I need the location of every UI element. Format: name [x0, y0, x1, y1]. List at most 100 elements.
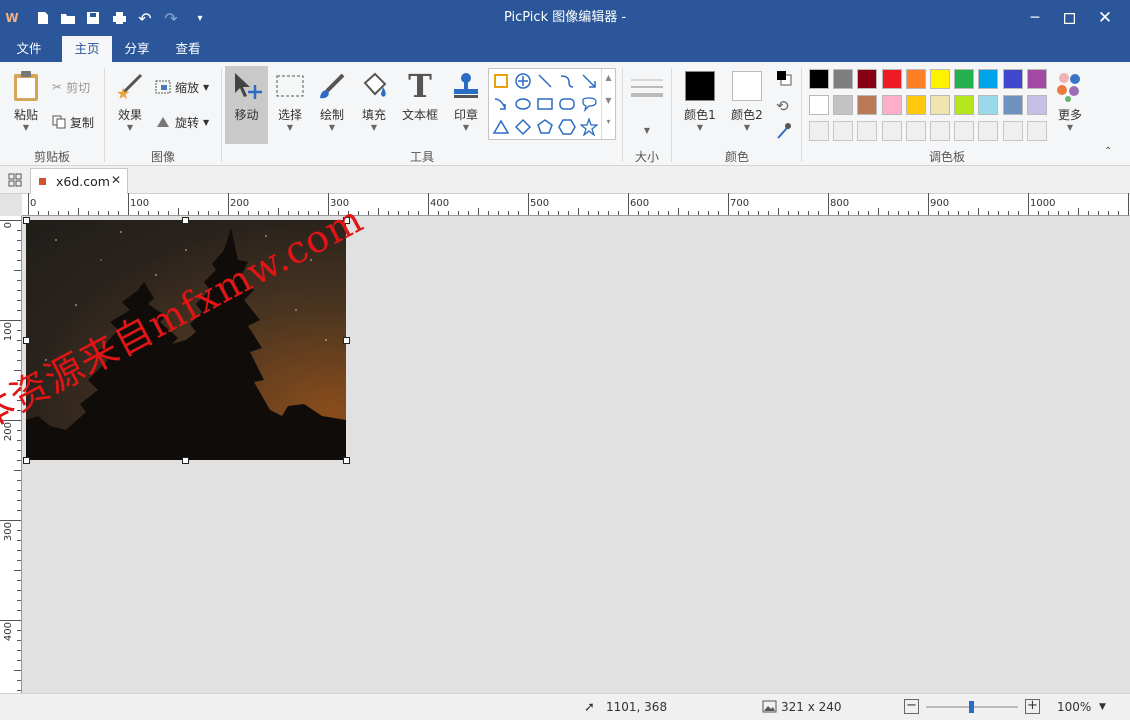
line-shape-icon[interactable]: [535, 71, 555, 91]
resize-handle[interactable]: [343, 457, 350, 464]
rectangle-select-shape-icon[interactable]: [491, 71, 511, 91]
palette-color-swatch[interactable]: [1026, 95, 1047, 115]
palette-empty-swatch[interactable]: [833, 121, 854, 141]
ruler-tick: [558, 211, 559, 215]
ruler-tick: [478, 208, 479, 215]
zoom-in-icon[interactable]: +: [1025, 699, 1040, 714]
expand-gallery-icon[interactable]: ▾: [602, 117, 615, 126]
curve-shape-icon[interactable]: [557, 71, 577, 91]
palette-empty-swatch[interactable]: [809, 121, 829, 141]
palette-color-swatch[interactable]: [905, 95, 926, 115]
rotate-button[interactable]: 旋转 ▼: [155, 111, 209, 133]
ruler-tick: [398, 211, 399, 215]
palette-empty-swatch[interactable]: [905, 121, 926, 141]
ruler-tick: [0, 220, 21, 221]
tab-share[interactable]: 分享: [113, 36, 161, 62]
palette-color-swatch[interactable]: [833, 69, 854, 89]
grid-view-icon[interactable]: [8, 173, 22, 190]
draw-tool-button[interactable]: 绘制 ▼: [312, 66, 352, 133]
ruler-label: 600: [630, 198, 650, 209]
close-icon[interactable]: ✕: [1082, 0, 1128, 36]
ruler-tick: [648, 211, 649, 215]
palette-empty-swatch[interactable]: [1026, 121, 1047, 141]
palette-color-swatch[interactable]: [881, 95, 902, 115]
zoom-slider-thumb[interactable]: [969, 701, 974, 713]
cut-button[interactable]: ✂ 剪切: [52, 76, 90, 98]
resize-handle[interactable]: [343, 337, 350, 344]
chevron-down-icon: ▼: [286, 123, 294, 132]
resize-handle[interactable]: [182, 217, 189, 224]
palette-color-swatch[interactable]: [930, 95, 950, 115]
diamond-shape-icon[interactable]: [513, 117, 533, 137]
color2-button[interactable]: 颜色2 ▼: [727, 66, 767, 133]
resize-handle[interactable]: [23, 337, 30, 344]
collapse-ribbon-icon[interactable]: ⌃: [1104, 146, 1112, 157]
palette-empty-swatch[interactable]: [954, 121, 975, 141]
palette-color-swatch[interactable]: [857, 69, 878, 89]
tab-view[interactable]: 查看: [163, 36, 213, 62]
palette-empty-swatch[interactable]: [978, 121, 999, 141]
color1-button[interactable]: 颜色1 ▼: [680, 66, 720, 133]
palette-color-swatch[interactable]: [809, 69, 829, 89]
more-colors-button[interactable]: 更多 ▼: [1050, 66, 1090, 133]
copy-button[interactable]: 复制: [52, 111, 94, 133]
fill-tool-button[interactable]: 填充 ▼: [354, 66, 394, 133]
hexagon-shape-icon[interactable]: [557, 117, 577, 137]
palette-color-swatch[interactable]: [978, 69, 999, 89]
palette-color-swatch[interactable]: [978, 95, 999, 115]
move-tool-button[interactable]: 移动: [225, 66, 268, 144]
copy-icon: [52, 115, 66, 129]
close-tab-icon[interactable]: ✕: [111, 173, 121, 187]
star-shape-icon[interactable]: [579, 117, 599, 137]
resize-button[interactable]: 缩放 ▼: [155, 76, 209, 98]
zoom-level[interactable]: 100%: [1057, 700, 1091, 714]
arrow-shape-icon[interactable]: [579, 71, 599, 91]
palette-color-swatch[interactable]: [1002, 69, 1023, 89]
default-colors-icon[interactable]: [776, 70, 792, 86]
eyedropper-icon[interactable]: [776, 122, 792, 140]
ruler-tick: [578, 208, 579, 215]
stamp-tool-button[interactable]: 印章 ▼: [446, 66, 486, 133]
zoom-dropdown-icon[interactable]: ▼: [1099, 702, 1106, 712]
palette-empty-swatch[interactable]: [857, 121, 878, 141]
ellipse-shape-icon[interactable]: [513, 94, 533, 114]
palette-color-swatch[interactable]: [930, 69, 950, 89]
zoom-slider[interactable]: [926, 701, 1018, 713]
textbox-tool-button[interactable]: T 文本框: [398, 66, 442, 123]
select-tool-button[interactable]: 选择 ▼: [270, 66, 310, 133]
line-width-button[interactable]: ▼: [628, 66, 666, 136]
tab-home[interactable]: 主页: [62, 36, 112, 62]
tab-file[interactable]: 文件: [3, 36, 55, 62]
palette-color-swatch[interactable]: [905, 69, 926, 89]
palette-color-swatch[interactable]: [1026, 69, 1047, 89]
speech-bubble-shape-icon[interactable]: [579, 94, 599, 114]
swap-colors-icon[interactable]: ⟲: [776, 97, 792, 115]
scroll-down-icon[interactable]: ▼: [602, 96, 615, 105]
rounded-rectangle-shape-icon[interactable]: [557, 94, 577, 114]
effects-button[interactable]: ★ 效果 ▼: [110, 66, 150, 133]
crosshair-shape-icon[interactable]: [513, 71, 533, 91]
triangle-shape-icon[interactable]: [491, 117, 511, 137]
palette-color-swatch[interactable]: [809, 95, 829, 115]
rectangle-shape-icon[interactable]: [535, 94, 555, 114]
curve-arrow-shape-icon[interactable]: [491, 94, 511, 114]
resize-handle[interactable]: [23, 457, 30, 464]
palette-color-swatch[interactable]: [954, 69, 975, 89]
palette-color-swatch[interactable]: [1002, 95, 1023, 115]
palette-color-swatch[interactable]: [833, 95, 854, 115]
pentagon-shape-icon[interactable]: [535, 117, 555, 137]
palette-empty-swatch[interactable]: [930, 121, 950, 141]
palette-color-swatch[interactable]: [881, 69, 902, 89]
palette-color-swatch[interactable]: [954, 95, 975, 115]
resize-handle[interactable]: [23, 217, 30, 224]
scroll-up-icon[interactable]: ▲: [602, 73, 615, 82]
paste-button[interactable]: 粘贴 ▼: [6, 66, 46, 133]
document-tab[interactable]: x6d.com ✕: [30, 168, 128, 195]
chevron-down-icon: ▼: [696, 123, 704, 132]
palette-empty-swatch[interactable]: [1002, 121, 1023, 141]
zoom-out-icon[interactable]: −: [904, 699, 919, 714]
palette-empty-swatch[interactable]: [881, 121, 902, 141]
resize-handle[interactable]: [182, 457, 189, 464]
shapes-scroll[interactable]: ▲ ▼ ▾: [601, 69, 615, 139]
palette-color-swatch[interactable]: [857, 95, 878, 115]
